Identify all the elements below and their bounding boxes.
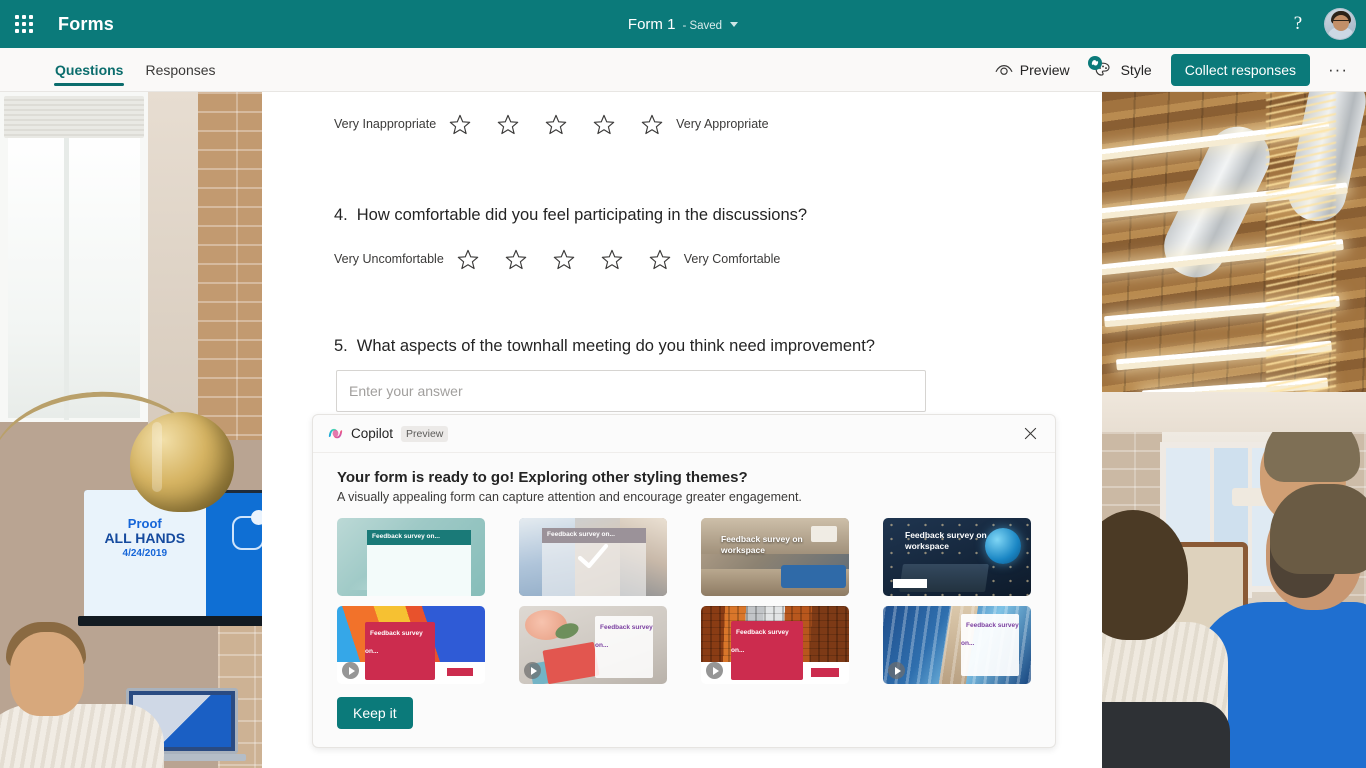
theme-option-8[interactable]: Feedback survey on... — [883, 606, 1031, 684]
theme-option-2-selected[interactable]: Feedback survey on... — [519, 518, 667, 596]
star-rating-3[interactable] — [436, 104, 676, 144]
rating-left-label-3: Very Inappropriate — [334, 117, 437, 131]
command-bar-actions: Preview Style Collect responses ··· — [986, 53, 1366, 86]
question-4-number: 4. — [334, 206, 348, 224]
theme-8-card-title: Feedback survey on... — [961, 622, 1019, 647]
rating-right-label-3: Very Appropriate — [676, 117, 769, 131]
preview-button[interactable]: Preview — [986, 54, 1079, 86]
form-title: Form 1 — [627, 15, 676, 33]
question-5-title[interactable]: What aspects of the townhall meeting do … — [357, 337, 875, 356]
theme-3-card-title: Feedback survey on workspace — [721, 534, 803, 555]
question-4-text-row: 4. How comfortable did you feel particip… — [334, 206, 1030, 225]
app-header: Forms Form 1 - Saved ? — [0, 0, 1366, 48]
tab-questions[interactable]: Questions — [46, 48, 132, 92]
eye-icon — [995, 63, 1013, 77]
star-icon[interactable] — [628, 104, 676, 144]
collect-responses-button[interactable]: Collect responses — [1170, 53, 1310, 86]
more-horizontal-icon[interactable]: ··· — [1322, 54, 1354, 86]
rating-right-label-4: Very Comfortable — [683, 252, 781, 266]
tab-responses[interactable]: Responses — [136, 48, 224, 92]
save-status: - Saved — [682, 19, 723, 32]
question-4-title[interactable]: How comfortable did you feel participati… — [357, 206, 807, 225]
question-4: 4. How comfortable did you feel particip… — [262, 144, 1102, 279]
star-rating-4[interactable] — [444, 239, 684, 279]
copilot-heading: Your form is ready to go! Exploring othe… — [337, 469, 748, 486]
copilot-panel-footer: Keep it — [313, 697, 1055, 729]
theme-4-card-title: Feedback survey on workspace — [905, 530, 987, 551]
question-5-number: 5. — [334, 337, 348, 355]
presentation-line-3: 4/24/2019 — [122, 548, 168, 559]
copilot-preview-badge: Preview — [401, 425, 449, 442]
rating-row-3: Very Inappropriate Very Appropriate — [334, 104, 1030, 144]
theme-option-4[interactable]: Feedback survey on workspace — [883, 518, 1031, 596]
question-5-answer-input[interactable] — [336, 370, 926, 412]
form-title-button[interactable]: Form 1 - Saved — [627, 15, 739, 33]
star-icon[interactable] — [636, 239, 684, 279]
rating-left-label-4: Very Uncomfortable — [334, 252, 444, 266]
theme-option-6[interactable]: Feedback survey on... — [519, 606, 667, 684]
presentation-line-1: Proof — [127, 516, 162, 531]
checkmark-icon — [519, 518, 667, 596]
star-icon[interactable] — [532, 104, 580, 144]
theme-option-7[interactable]: Feedback survey on... — [701, 606, 849, 684]
question-5: 5. What aspects of the townhall meeting … — [262, 279, 1102, 412]
background-left-photo: Proof ALL HANDS 4/24/2019 — [0, 92, 266, 768]
theme-7-card-title: Feedback survey on... — [731, 629, 789, 654]
star-icon[interactable] — [484, 104, 532, 144]
header-actions: ? — [1282, 0, 1356, 48]
copilot-name: Copilot — [351, 426, 394, 441]
copilot-logo-icon — [327, 425, 344, 442]
theme-gallery: Feedback survey on... Feedback survey on… — [337, 518, 1033, 684]
palette-icon — [1087, 55, 1114, 81]
copilot-suggestion-panel: Copilot Preview Your form is ready to go… — [312, 414, 1056, 748]
star-icon[interactable] — [444, 239, 492, 279]
rating-row-4: Very Uncomfortable Very Comfortable — [334, 239, 1030, 279]
star-icon[interactable] — [540, 239, 588, 279]
theme-option-5[interactable]: Feedback survey on... — [337, 606, 485, 684]
copilot-panel-header: Copilot Preview — [313, 415, 1055, 453]
tab-questions-label: Questions — [55, 61, 124, 78]
close-icon[interactable] — [1017, 421, 1043, 447]
app-title[interactable]: Forms — [58, 14, 114, 35]
star-icon[interactable] — [492, 239, 540, 279]
user-avatar[interactable] — [1324, 8, 1356, 40]
chevron-down-icon[interactable] — [730, 21, 739, 27]
theme-5-card-title: Feedback survey on... — [365, 630, 423, 655]
theme-6-card-title: Feedback survey on... — [595, 624, 653, 649]
presentation-line-2: ALL HANDS — [104, 530, 186, 546]
theme-option-3[interactable]: Feedback survey on workspace — [701, 518, 849, 596]
tab-responses-label: Responses — [145, 61, 216, 78]
copilot-panel-body: Your form is ready to go! Exploring othe… — [313, 453, 1055, 684]
theme-option-1[interactable]: Feedback survey on... — [337, 518, 485, 596]
app-launcher-icon[interactable] — [0, 0, 48, 48]
star-icon[interactable] — [580, 104, 628, 144]
copilot-badge-icon — [1087, 55, 1102, 70]
tab-list: Questions Responses — [46, 48, 225, 92]
star-icon[interactable] — [436, 104, 484, 144]
waffle-grid — [15, 15, 33, 33]
play-icon[interactable] — [706, 662, 723, 679]
style-button[interactable]: Style — [1083, 54, 1161, 86]
question-3: Very Inappropriate Very Appropriate — [262, 92, 1102, 144]
help-question-icon[interactable]: ? — [1282, 8, 1314, 40]
star-icon[interactable] — [588, 239, 636, 279]
play-icon[interactable] — [888, 662, 905, 679]
form-title-area: Form 1 - Saved — [0, 0, 1366, 48]
theme-1-card-title: Feedback survey on... — [372, 533, 440, 540]
background-right-photo — [1100, 92, 1366, 768]
play-icon[interactable] — [342, 662, 359, 679]
command-bar: Questions Responses Preview Style Collec… — [0, 48, 1366, 92]
style-label: Style — [1120, 61, 1152, 78]
play-icon[interactable] — [524, 662, 541, 679]
preview-label: Preview — [1019, 61, 1070, 78]
keep-it-button[interactable]: Keep it — [337, 697, 413, 729]
copilot-subtitle: A visually appealing form can capture at… — [337, 490, 802, 504]
question-5-text-row: 5. What aspects of the townhall meeting … — [334, 337, 1030, 356]
